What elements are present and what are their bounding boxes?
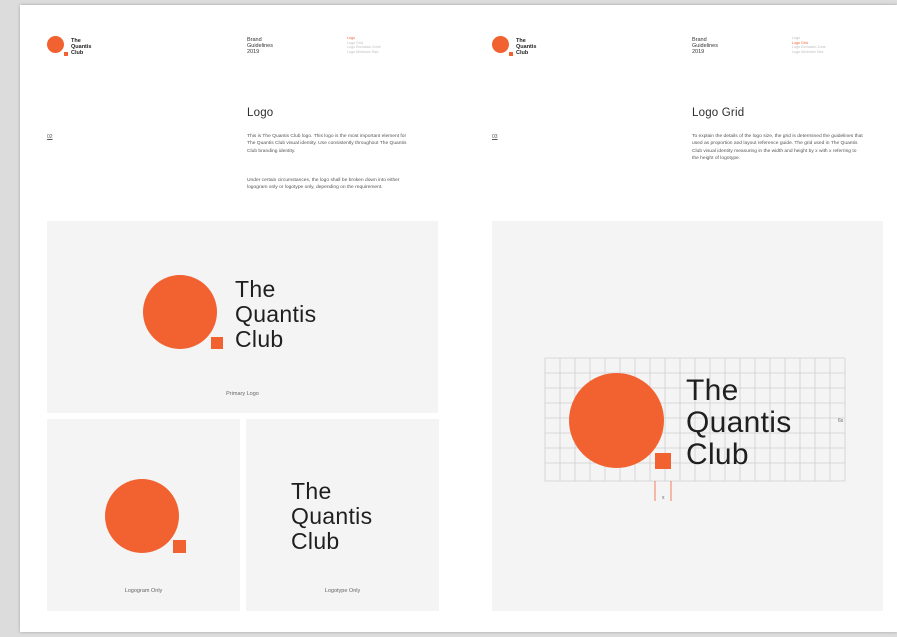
intro-paragraph-2: Under certain circumstances, the logo sh… (247, 178, 400, 191)
page-number: 02 (47, 134, 53, 140)
grid-intro-paragraph: To explain the details of the logo size,… (692, 134, 863, 161)
nav-item-minimum-size[interactable]: Logo Minimum Size (792, 50, 826, 55)
nav-item-minimum-size[interactable]: Logo Minimum Size (347, 50, 381, 55)
logo-grid-panel: The Quantis Club 6x x (492, 221, 883, 611)
caption-logotype-only: Logotype Only (324, 588, 361, 594)
header-logo-left: The Quantis Club (47, 36, 91, 58)
intro-paragraph: This is The Quantis Club logo. This logo… (247, 134, 407, 154)
header-logo-right: The Quantis Club (492, 36, 536, 58)
caption-primary-logo: Primary Logo (226, 391, 259, 397)
primary-logo-panel: The Quantis Club Primary Logo (47, 221, 438, 413)
caption-logogram-only: Logogram Only (124, 588, 163, 594)
logogram-icon (47, 36, 69, 58)
logogram-icon (105, 479, 187, 555)
doc-title-right: Brand Guidelines 2019 (692, 37, 718, 56)
doc-title-left: Brand Guidelines 2019 (247, 37, 273, 56)
logotype-only-panel: The Quantis Club Logotype Only (246, 419, 439, 611)
logogram-only-panel: Logogram Only (47, 419, 240, 611)
label-6x: 6x (838, 418, 844, 424)
page-title-grid: Logo Grid (692, 107, 745, 119)
label-x: x (662, 495, 665, 501)
section-nav-left: Logo Logo Grid Logo Exclusion Zone Logo … (347, 36, 381, 54)
grid-logotype: The Quantis Club (686, 374, 792, 471)
brand-guideline-spread: The Quantis Club Brand Guidelines 2019 Logo … (20, 5, 897, 632)
logogram-icon (492, 36, 514, 58)
header-logotype: The Quantis Club (516, 38, 537, 56)
header-logotype: The Quantis Club (71, 38, 92, 56)
logogram-icon (143, 275, 225, 351)
section-nav-right: Logo Logo Grid Logo Exclusion Zone Logo … (792, 36, 826, 54)
logotype: The Quantis Club (291, 478, 373, 554)
logogram-icon (569, 373, 681, 473)
page-title: Logo (247, 107, 274, 119)
page-number-right: 03 (492, 134, 498, 140)
primary-logotype: The Quantis Club (235, 276, 317, 352)
